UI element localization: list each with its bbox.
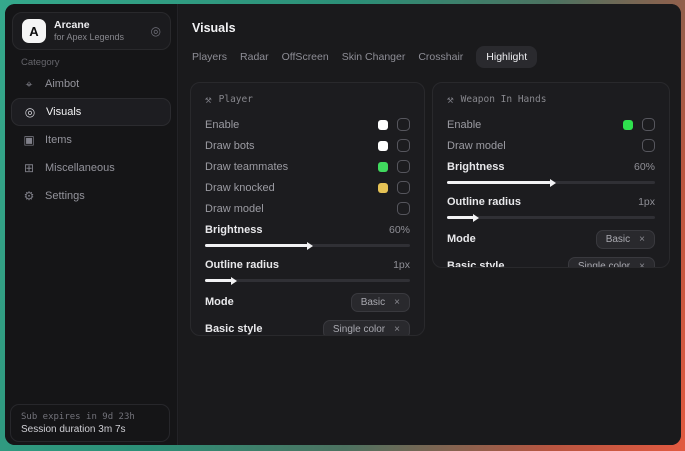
tab-highlight[interactable]: Highlight <box>476 46 537 68</box>
outline-radius-slider[interactable] <box>205 279 410 282</box>
sidebar-item-label: Aimbot <box>45 78 79 90</box>
main-area: Visuals Players Radar OffScreen Skin Cha… <box>179 4 681 445</box>
outline-radius-row: Outline radius 1px <box>447 191 655 212</box>
setting-row-draw-bots: Draw bots <box>205 135 410 156</box>
setting-row-enable: Enable <box>205 114 410 135</box>
app-window: A Arcane for Apex Legends ◎ Category ⌖ A… <box>5 4 681 445</box>
outline-radius-slider[interactable] <box>447 216 655 219</box>
brightness-value: 60% <box>389 224 410 236</box>
tools-icon: ⚒ <box>447 93 454 106</box>
setting-row-draw-model: Draw model <box>205 198 410 219</box>
draw-bots-checkbox[interactable] <box>397 139 410 152</box>
mode-chip[interactable]: Basic × <box>596 230 655 249</box>
sidebar-item-label: Visuals <box>46 106 81 118</box>
sidebar-item-label: Items <box>45 134 72 146</box>
close-icon[interactable]: × <box>394 297 400 308</box>
brand-logo: A <box>22 19 46 43</box>
brand-title: Arcane <box>54 19 143 32</box>
mode-row: Mode Basic × <box>205 289 410 315</box>
draw-teammates-color-swatch[interactable] <box>378 162 388 172</box>
brand-subtitle: for Apex Legends <box>54 32 143 43</box>
tab-crosshair[interactable]: Crosshair <box>418 46 463 68</box>
category-label: Category <box>21 57 60 68</box>
tab-players[interactable]: Players <box>192 46 227 68</box>
brightness-value: 60% <box>634 161 655 173</box>
draw-teammates-checkbox[interactable] <box>397 160 410 173</box>
sidebar-item-miscellaneous[interactable]: ⊞ Miscellaneous <box>11 154 171 182</box>
tab-skin-changer[interactable]: Skin Changer <box>342 46 406 68</box>
tab-offscreen[interactable]: OffScreen <box>282 46 329 68</box>
sidebar-item-visuals[interactable]: ◎ Visuals <box>11 98 171 126</box>
setting-row-draw-knocked: Draw knocked <box>205 177 410 198</box>
setting-row-draw-model: Draw model <box>447 135 655 156</box>
enable-checkbox[interactable] <box>642 118 655 131</box>
gear-icon: ⚙ <box>22 189 36 203</box>
sidebar-nav: ⌖ Aimbot ◎ Visuals ▣ Items ⊞ Miscellaneo… <box>11 70 171 210</box>
weapon-in-hands-panel: ⚒ Weapon In Hands Enable Draw model Brig… <box>432 82 670 268</box>
mode-row: Mode Basic × <box>447 226 655 252</box>
brand-card: A Arcane for Apex Legends ◎ <box>12 12 171 50</box>
box-icon: ▣ <box>22 133 36 147</box>
mode-chip[interactable]: Basic × <box>351 293 410 312</box>
draw-knocked-checkbox[interactable] <box>397 181 410 194</box>
enable-color-swatch[interactable] <box>378 120 388 130</box>
basic-style-row: Basic style Single color × <box>205 316 410 336</box>
slider-fill[interactable] <box>447 216 474 219</box>
player-panel: ⚒ Player Enable Draw bots Draw teammates… <box>190 82 425 336</box>
sub-expires-text: Sub expires in 9d 23h <box>21 412 159 422</box>
basic-style-chip[interactable]: Single color × <box>323 320 410 337</box>
session-duration-text: Session duration 3m 7s <box>21 424 159 435</box>
slider-fill[interactable] <box>447 181 551 184</box>
panel-title: Player <box>219 94 253 105</box>
brightness-row: Brightness 60% <box>205 219 410 240</box>
outline-radius-row: Outline radius 1px <box>205 254 410 275</box>
tools-icon: ⚒ <box>205 93 212 106</box>
slider-fill[interactable] <box>205 244 308 247</box>
setting-row-draw-teammates: Draw teammates <box>205 156 410 177</box>
setting-row-enable: Enable <box>447 114 655 135</box>
draw-bots-color-swatch[interactable] <box>378 141 388 151</box>
page-title: Visuals <box>192 21 236 35</box>
eye-scan-icon: ◎ <box>23 105 37 119</box>
sidebar: A Arcane for Apex Legends ◎ Category ⌖ A… <box>5 4 178 445</box>
draw-model-checkbox[interactable] <box>642 139 655 152</box>
crosshair-icon: ⌖ <box>22 77 36 92</box>
enable-color-swatch[interactable] <box>623 120 633 130</box>
outline-radius-value: 1px <box>393 259 410 271</box>
enable-checkbox[interactable] <box>397 118 410 131</box>
sidebar-item-settings[interactable]: ⚙ Settings <box>11 182 171 210</box>
basic-style-chip[interactable]: Single color × <box>568 257 655 269</box>
sidebar-item-items[interactable]: ▣ Items <box>11 126 171 154</box>
tab-radar[interactable]: Radar <box>240 46 269 68</box>
close-icon[interactable]: × <box>639 234 645 245</box>
outline-radius-value: 1px <box>638 196 655 208</box>
brightness-row: Brightness 60% <box>447 156 655 177</box>
close-icon[interactable]: × <box>394 324 400 335</box>
basic-style-row: Basic style Single color × <box>447 253 655 268</box>
brightness-slider[interactable] <box>447 181 655 184</box>
tab-bar: Players Radar OffScreen Skin Changer Cro… <box>192 46 537 68</box>
draw-knocked-color-swatch[interactable] <box>378 183 388 193</box>
panel-title: Weapon In Hands <box>461 94 547 105</box>
subscription-card: Sub expires in 9d 23h Session duration 3… <box>10 404 170 442</box>
draw-model-checkbox[interactable] <box>397 202 410 215</box>
close-icon[interactable]: × <box>639 261 645 269</box>
grid-icon: ⊞ <box>22 161 36 175</box>
brightness-slider[interactable] <box>205 244 410 247</box>
sidebar-item-label: Settings <box>45 190 85 202</box>
sidebar-item-aimbot[interactable]: ⌖ Aimbot <box>11 70 171 98</box>
target-icon[interactable]: ◎ <box>151 24 161 38</box>
sidebar-item-label: Miscellaneous <box>45 162 115 174</box>
slider-fill[interactable] <box>205 279 232 282</box>
